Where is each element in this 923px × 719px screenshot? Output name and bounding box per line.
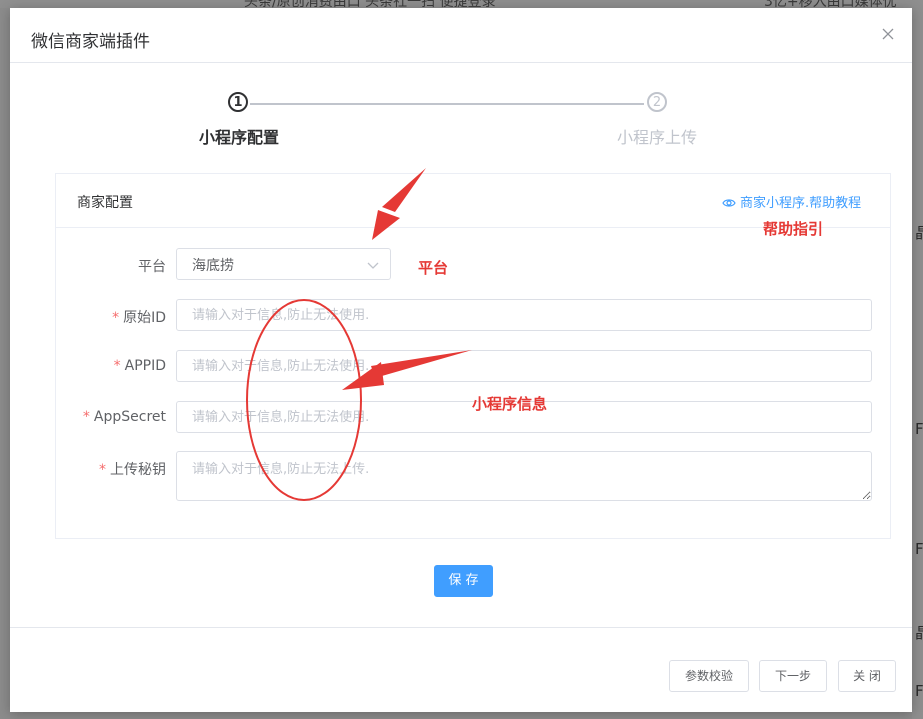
required-mark: * [99,462,106,478]
eye-icon [722,197,736,213]
annotation-platform: 平台 [418,259,449,277]
steps: 1 2 小程序配置 小程序上传 [10,88,912,158]
appsecret-label: * AppSecret [56,409,166,425]
close-button[interactable]: 关 闭 [838,660,896,692]
platform-select-value: 海底捞 [192,258,234,274]
background-fragment: F [915,420,923,438]
required-mark: * [82,409,90,425]
dialog-title: 微信商家端插件 [31,32,150,52]
background-page-top: 头条/原创消费由口 头条社一扫 便捷登录 3亿+移入由口媒体优 [0,0,923,8]
step-1-label: 小程序配置 [199,128,280,147]
upload-key-label-text: 上传秘钥 [110,462,166,478]
card-title: 商家配置 [77,195,133,211]
background-page-right: 晶 F F 晶 F [912,0,923,719]
save-button[interactable]: 保存 [434,565,493,597]
dialog-header: 微信商家端插件 [10,8,912,63]
step-2-label: 小程序上传 [617,128,698,147]
upload-key-label: * 上传秘钥 [56,459,166,479]
background-fragment: F [915,682,923,700]
next-step-button[interactable]: 下一步 [759,660,827,692]
required-mark: * [112,310,120,326]
step-2-icon: 2 [647,92,667,112]
background-fragment: 晶 [915,624,923,642]
platform-label-text: 平台 [138,259,166,275]
verify-params-button[interactable]: 参数校验 [669,660,749,692]
background-fragment: 晶 [915,224,923,242]
original-id-label-text: 原始ID [123,310,166,326]
platform-select[interactable]: 海底捞 [176,248,391,280]
annotation-help-guide: 帮助指引 [763,220,824,238]
background-fragment: F [915,540,923,558]
appid-input[interactable] [176,350,872,382]
appid-label: * APPID [56,358,166,374]
upload-key-textarea[interactable] [176,451,872,501]
annotation-miniprogram-info: 小程序信息 [472,395,548,413]
plugin-dialog: 微信商家端插件 1 2 小程序配置 小程序上传 商家配置 商家小程序.帮助教程 [10,8,912,712]
appid-label-text: APPID [124,358,166,374]
chevron-down-icon [367,259,379,271]
help-link-label: 商家小程序.帮助教程 [740,196,862,211]
appsecret-label-text: AppSecret [93,409,166,425]
background-text-left: 头条/原创消费由口 头条社一扫 便捷登录 [244,0,496,8]
original-id-label: * 原始ID [56,307,166,327]
platform-label: 平台 [56,256,166,276]
footer-divider [10,627,912,628]
step-1-icon: 1 [228,92,248,112]
step-connector [250,103,644,105]
close-icon[interactable] [878,24,898,44]
required-mark: * [113,358,121,374]
original-id-input[interactable] [176,299,872,331]
help-tutorial-link[interactable]: 商家小程序.帮助教程 [722,192,861,213]
background-text-right: 3亿+移入由口媒体优 [764,0,897,8]
